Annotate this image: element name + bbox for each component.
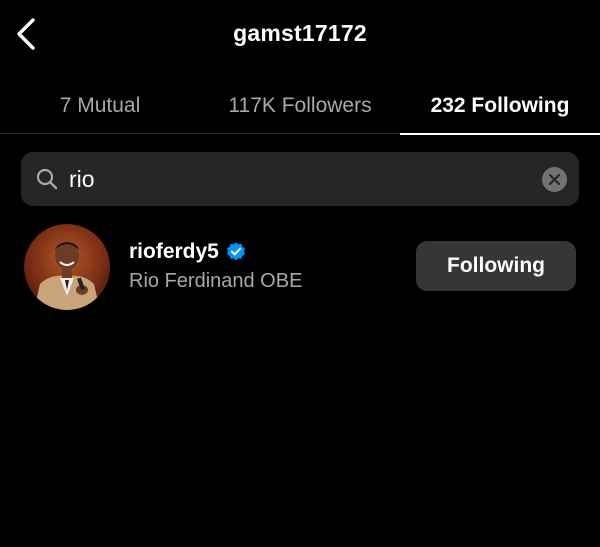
username-group: rioferdy5: [129, 240, 247, 264]
tab-following-label: 232 Following: [430, 94, 570, 117]
tab-followers[interactable]: 117K Followers: [200, 78, 400, 134]
following-button[interactable]: Following: [416, 241, 576, 291]
verified-badge-icon: [226, 242, 245, 261]
clear-search-button[interactable]: [542, 167, 567, 192]
tab-followers-label: 117K Followers: [228, 94, 372, 117]
avatar[interactable]: [24, 224, 110, 310]
tab-mutual-label: 7 Mutual: [59, 94, 141, 117]
tab-following[interactable]: 232 Following: [400, 78, 600, 135]
search-bar: [21, 152, 579, 206]
clear-icon: [549, 174, 560, 185]
top-bar: gamst17172: [0, 0, 600, 70]
tab-bar: 7 Mutual 117K Followers 232 Following: [0, 78, 600, 135]
tab-mutual[interactable]: 7 Mutual: [0, 78, 200, 134]
search-icon: [36, 168, 58, 190]
avatar-photo: [24, 224, 110, 310]
list-item[interactable]: rioferdy5 Rio Ferdinand OBE Following: [0, 220, 600, 312]
page-title: gamst17172: [233, 20, 367, 46]
username[interactable]: rioferdy5: [129, 240, 219, 264]
full-name: Rio Ferdinand OBE: [129, 270, 303, 292]
search-input[interactable]: [69, 160, 529, 198]
